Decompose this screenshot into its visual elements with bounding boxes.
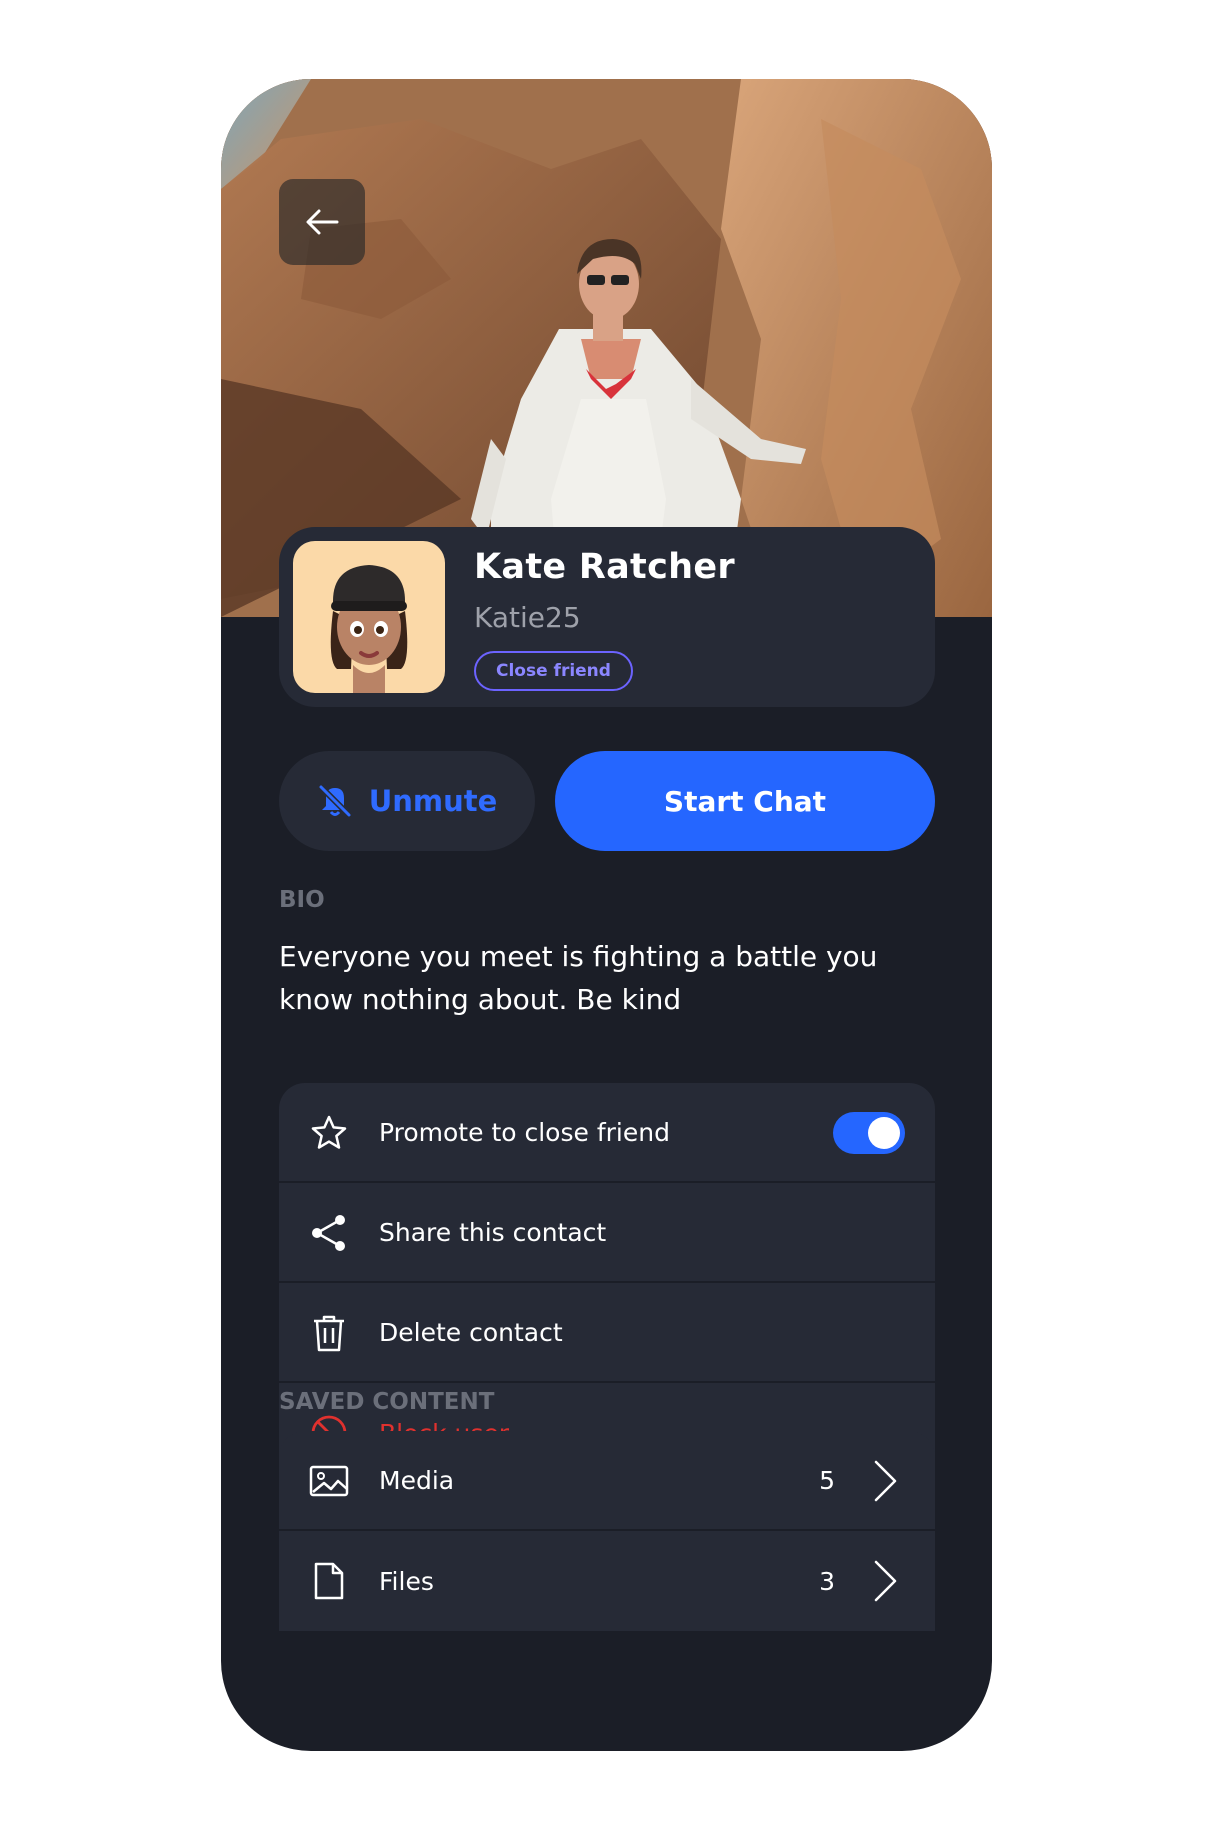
start-chat-button[interactable]: Start Chat — [555, 751, 935, 851]
promote-label: Promote to close friend — [379, 1117, 670, 1147]
arrow-left-icon — [306, 209, 339, 235]
trash-icon — [309, 1313, 349, 1353]
files-count: 3 — [819, 1566, 835, 1596]
saved-content-heading: SAVED CONTENT — [279, 1389, 495, 1415]
bio-text: Everyone you meet is fighting a battle y… — [279, 940, 878, 1016]
promote-row[interactable]: Promote to close friend — [279, 1083, 935, 1183]
file-icon — [309, 1561, 349, 1601]
share-label: Share this contact — [379, 1217, 607, 1247]
chevron-right-icon — [874, 1560, 897, 1602]
phone-screen: Kate Ratcher Katie25 Close friend Unmute… — [221, 79, 992, 1751]
chevron-right-icon — [874, 1460, 897, 1502]
unmute-label: Unmute — [368, 784, 498, 818]
media-count: 5 — [819, 1465, 835, 1495]
delete-row[interactable]: Delete contact — [279, 1283, 935, 1383]
delete-label: Delete contact — [379, 1317, 563, 1347]
contact-name: Kate Ratcher — [474, 547, 735, 587]
start-chat-label: Start Chat — [663, 784, 827, 818]
share-row[interactable]: Share this contact — [279, 1183, 935, 1283]
star-icon — [309, 1113, 349, 1153]
contact-username: Katie25 — [474, 601, 581, 634]
unmute-button[interactable]: Unmute — [279, 751, 535, 851]
toggle-knob — [868, 1117, 900, 1149]
files-row[interactable]: Files 3 — [279, 1531, 935, 1631]
back-button[interactable] — [279, 179, 365, 265]
close-friend-badge: Close friend — [474, 651, 633, 691]
media-label: Media — [379, 1465, 455, 1495]
bell-off-icon — [318, 784, 351, 818]
avatar — [293, 541, 445, 693]
media-row[interactable]: Media 5 — [279, 1431, 935, 1531]
contact-actions: Promote to close friend Share this conta… — [279, 1083, 935, 1483]
saved-content-list: Media 5 Files 3 — [279, 1431, 935, 1631]
files-label: Files — [379, 1566, 434, 1596]
bio-heading: BIO — [279, 887, 325, 913]
share-icon — [309, 1213, 349, 1253]
profile-card: Kate Ratcher Katie25 Close friend — [279, 527, 935, 707]
promote-toggle[interactable] — [833, 1112, 905, 1154]
image-icon — [309, 1461, 349, 1501]
